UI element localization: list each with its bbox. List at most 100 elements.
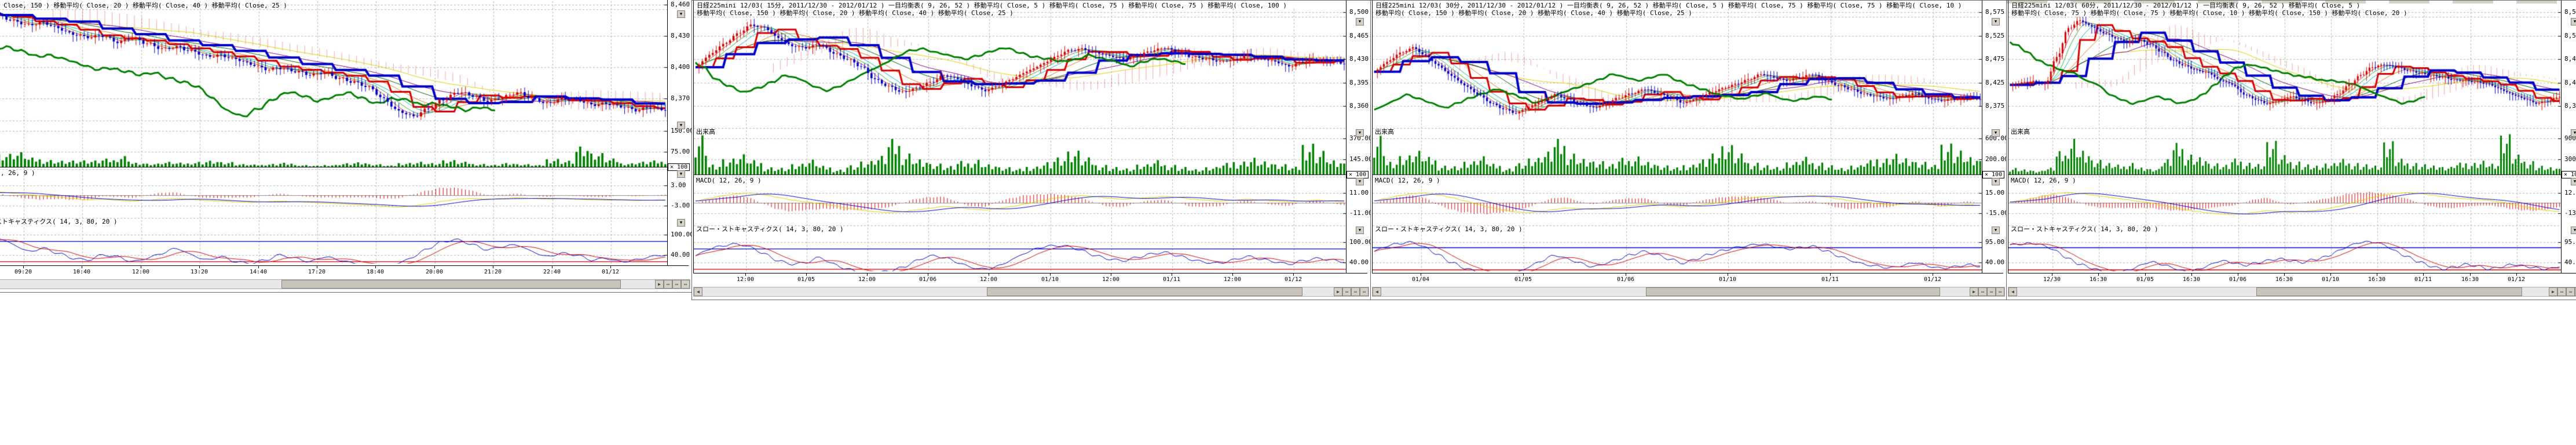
time-axis-label: 16:30 — [2271, 276, 2297, 283]
chart-title-row: 日経225mini 12/03( 30分, 2011/12/30 - 2012/… — [1375, 2, 2004, 9]
scroll-extra-button[interactable]: ▭ — [672, 280, 681, 289]
volume-pane-menu-button[interactable]: ▼ — [677, 122, 685, 129]
scroll-extra-button[interactable]: ▭ — [664, 280, 672, 289]
scroll-left-button[interactable]: ◀ — [2008, 287, 2017, 296]
scroll-right-button[interactable]: ▶ — [1334, 287, 1342, 296]
scroll-right-button[interactable]: ▶ — [1970, 287, 1978, 296]
scroll-right-button[interactable]: ▶ — [2549, 287, 2557, 296]
price-pane-menu-button[interactable]: ▼ — [1992, 18, 2000, 25]
time-tick — [375, 266, 376, 268]
time-tick — [610, 266, 611, 268]
time-axis-label: 01/05 — [793, 276, 819, 283]
stochastics-pane-menu-button[interactable]: ▼ — [1356, 227, 1364, 234]
y-axis-label: 8,375 — [2564, 103, 2576, 110]
time-axis-label: 01/06 — [915, 276, 941, 283]
time-axis: 12/3016:3001/0516:3001/0616:3001/1016:30… — [2008, 273, 2576, 285]
scroll-left-button[interactable]: ◀ — [1373, 287, 1381, 296]
time-axis-label: 01/12 — [598, 269, 623, 275]
h-scrollbar[interactable]: ◀ ▶ ▭ ▭ ▭ — [0, 279, 690, 289]
stochastics-pane-menu-button[interactable]: ▼ — [2571, 227, 2576, 234]
y-axis-label: -3.00 — [671, 202, 690, 209]
time-axis: 12:0001/0512:0001/0612:0001/1012:0001/11… — [693, 273, 1367, 285]
time-axis-label: 09:20 — [10, 269, 36, 275]
scroll-extra-button[interactable]: ▭ — [1342, 287, 1351, 296]
y-axis-label: 8,430 — [671, 32, 690, 39]
scrollbar-thumb[interactable] — [987, 287, 1302, 296]
time-axis-label: 22:40 — [539, 269, 565, 275]
chart-legend-row: 移動平均( Close, 150 ) 移動平均( Close, 20 ) 移動平… — [1375, 9, 2004, 17]
macd-pane-menu-button[interactable]: ▼ — [677, 170, 685, 178]
h-scrollbar[interactable]: ◀ ▶ ▭ ▭ ▭ — [1372, 287, 2005, 297]
scroll-extra-button[interactable]: ▭ — [2566, 287, 2575, 296]
time-axis-label: 12:00 — [976, 276, 1001, 283]
time-tick — [2145, 273, 2146, 276]
price-pane-menu-button[interactable]: ▼ — [1356, 18, 1364, 25]
chart-legend-row: 移動平均( Close, 150 ) 移動平均( Close, 20 ) 移動平… — [0, 2, 690, 9]
y-axis-label: -15.00 — [1985, 210, 2008, 217]
y-axis-label: 40.00 — [1349, 259, 1368, 266]
scrollbar-thumb[interactable] — [2256, 287, 2522, 296]
price-pane-menu-button[interactable]: ▼ — [677, 10, 685, 18]
time-tick — [806, 273, 807, 276]
macd-pane-menu-button[interactable]: ▼ — [1356, 178, 1364, 185]
scroll-left-button[interactable]: ◀ — [694, 287, 702, 296]
time-axis-label: 01/12 — [1920, 276, 1945, 283]
scroll-extra-button[interactable]: ▭ — [1351, 287, 1360, 296]
y-axis-label: 12.50 — [2564, 189, 2576, 196]
scrollbar-track[interactable] — [702, 287, 1334, 296]
scroll-extra-button[interactable]: ▭ — [1996, 287, 2004, 296]
time-axis: 09:2010:4012:0013:2014:4017:2018:4020:00… — [0, 265, 689, 278]
scrollbar-thumb[interactable] — [281, 280, 621, 289]
time-tick — [2098, 273, 2099, 276]
y-axis-label: 8,395 — [1349, 79, 1368, 86]
time-tick — [23, 266, 24, 268]
scrollbar-track[interactable] — [2017, 287, 2549, 296]
y-axis-label: 100.00 — [1349, 239, 1373, 246]
scrollbar-track[interactable] — [0, 280, 655, 289]
stochastics-pane-menu-button[interactable]: ▼ — [677, 219, 685, 227]
macd-pane-menu-button[interactable]: ▼ — [2571, 178, 2576, 185]
volume-pane-menu-button[interactable]: ▼ — [2571, 129, 2576, 137]
h-scrollbar[interactable]: ◀ ▶ ▭ ▭ ▭ — [693, 287, 1369, 297]
macd-pane-menu-button[interactable]: ▼ — [1992, 178, 2000, 185]
scroll-extra-button[interactable]: ▭ — [1987, 287, 1996, 296]
volume-pane-menu-button[interactable]: ▼ — [1992, 129, 2000, 137]
scrollbar-thumb[interactable] — [1646, 287, 1940, 296]
macd-pane-label: MACD( 12, 26, 9 ) — [0, 170, 35, 177]
y-axis-label: 40.00 — [2564, 259, 2576, 266]
y-axis-label: 11.00 — [1349, 189, 1368, 196]
time-axis: 01/0401/0501/0601/1001/1101/12 — [1372, 273, 2003, 285]
time-axis-label: 12:00 — [1220, 276, 1245, 283]
y-axis-label: 40.00 — [671, 251, 690, 258]
scroll-extra-button[interactable]: ▭ — [1360, 287, 1368, 296]
h-scrollbar[interactable]: ◀ ▶ ▭ ▭ ▭ — [2008, 287, 2576, 297]
scroll-extra-button[interactable]: ▭ — [1978, 287, 1987, 296]
scroll-extra-button[interactable]: ▭ — [681, 280, 690, 289]
y-axis-label: 15.00 — [1985, 189, 2004, 196]
macd-pane-label: MACD( 12, 26, 9 ) — [2011, 177, 2076, 184]
chart-canvas[interactable] — [0, 0, 667, 265]
time-axis-label: 01/10 — [2318, 276, 2343, 283]
price-pane-menu-button[interactable]: ▼ — [2571, 18, 2576, 25]
stochastics-pane-label: スロー・ストキャスティクス( 14, 3, 80, 20 ) — [1375, 226, 1523, 233]
time-tick — [1232, 273, 1233, 276]
time-axis-label: 16:30 — [2085, 276, 2111, 283]
scroll-extra-button[interactable]: ▭ — [2557, 287, 2566, 296]
time-tick — [199, 266, 200, 268]
y-axis-label: 8,370 — [671, 95, 690, 102]
scroll-right-button[interactable]: ▶ — [655, 280, 664, 289]
time-tick — [1293, 273, 1294, 276]
time-tick — [258, 266, 259, 268]
time-axis-label: 18:40 — [363, 269, 388, 275]
scrollbar-track[interactable] — [1381, 287, 1970, 296]
volume-pane-label: 出来高 — [1375, 129, 1394, 136]
time-axis-label: 16:30 — [2179, 276, 2204, 283]
volume-pane-menu-button[interactable]: ▼ — [1356, 129, 1364, 137]
chart-header: 日経225mini 12/03( 60分, 2011/12/30 - 2012/… — [2011, 2, 2576, 17]
chart-legend-row: 移動平均( Close, 150 ) 移動平均( Close, 20 ) 移動平… — [697, 9, 1368, 17]
stochastics-pane-menu-button[interactable]: ▼ — [1992, 227, 2000, 234]
time-tick — [2516, 273, 2517, 276]
y-axis-label: 100.00 — [671, 231, 694, 238]
macd-pane-label: MACD( 12, 26, 9 ) — [1375, 177, 1440, 184]
time-axis-label: 01/12 — [1280, 276, 1306, 283]
